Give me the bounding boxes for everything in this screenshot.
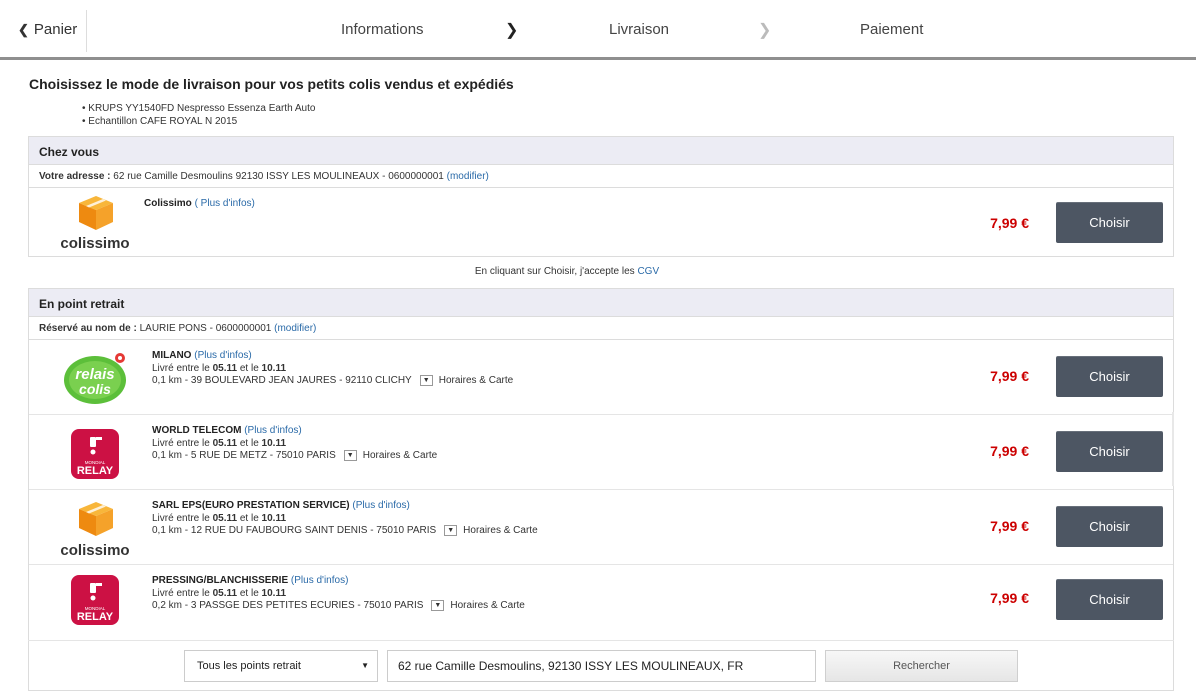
section-header: Chez vous bbox=[29, 137, 1173, 165]
chevron-right-icon: ❯ bbox=[505, 22, 519, 39]
relay-name: WORLD TELECOM bbox=[152, 425, 242, 436]
relay-address: 0,2 km - 3 PASSGE DES PETITES ECURIES - … bbox=[152, 600, 424, 612]
hours-map-link[interactable]: Horaires & Carte bbox=[463, 525, 537, 536]
relay-name: SARL EPS(EURO PRESTATION SERVICE) bbox=[152, 500, 350, 511]
section-header: En point retrait bbox=[29, 289, 1173, 317]
cgv-text: En cliquant sur Choisir, j'accepte les bbox=[474, 266, 638, 277]
mondial-relay-logo: MONDIAL RELAY bbox=[59, 571, 131, 635]
modify-name-link[interactable]: (modifier) bbox=[274, 323, 316, 334]
relay-delivery-section: En point retrait Réservé au nom de : LAU… bbox=[28, 288, 1174, 691]
delivery-window: Livré entre le 05.11 et le 10.11 bbox=[152, 512, 287, 524]
dropdown-arrow-icon[interactable]: ▼ bbox=[419, 375, 433, 386]
chevron-left-icon: ❮ bbox=[18, 22, 29, 37]
svg-text:colis: colis bbox=[79, 381, 111, 397]
step-informations[interactable]: Informations bbox=[341, 21, 424, 38]
carrier-name: Colissimo bbox=[144, 198, 192, 209]
relay-info: SARL EPS(EURO PRESTATION SERVICE) (Plus … bbox=[152, 500, 538, 538]
reserved-value: LAURIE PONS - 0600000001 bbox=[136, 323, 275, 334]
choose-button[interactable]: Choisir bbox=[1056, 579, 1163, 620]
mondial-relay-logo: MONDIAL RELAY bbox=[59, 421, 131, 485]
relay-type-value: Tous les points retrait bbox=[197, 660, 301, 672]
step-paiement[interactable]: Paiement bbox=[860, 21, 923, 38]
chevron-right-icon: ❯ bbox=[758, 22, 772, 39]
relay-name: PRESSING/BLANCHISSERIE bbox=[152, 575, 289, 586]
more-info-link[interactable]: ( Plus d'infos) bbox=[195, 198, 255, 209]
svg-text:colissimo: colissimo bbox=[60, 542, 129, 559]
relay-point-option: relais colis MILANO (Plus d'infos) Livré… bbox=[29, 340, 1173, 415]
nav-divider bbox=[0, 57, 1196, 60]
relay-point-option: MONDIAL RELAY WORLD TELECOM (Plus d'info… bbox=[29, 415, 1173, 490]
relay-address: 0,1 km - 5 RUE DE METZ - 75010 PARIS bbox=[152, 450, 336, 462]
svg-text:RELAY: RELAY bbox=[77, 611, 114, 623]
relais-colis-logo: relais colis bbox=[59, 346, 131, 410]
delivery-window: Livré entre le 05.11 et le 10.11 bbox=[152, 362, 287, 374]
more-info-link[interactable]: (Plus d'infos) bbox=[244, 425, 302, 436]
delivery-window: Livré entre le 05.11 et le 10.11 bbox=[152, 437, 287, 449]
reserved-label: Réservé au nom de : bbox=[39, 323, 137, 334]
reservation-name: Réservé au nom de : LAURIE PONS - 060000… bbox=[29, 317, 1173, 340]
address-label: Votre adresse : bbox=[39, 171, 111, 182]
carrier-option-colissimo: colissimo Colissimo ( Plus d'infos) 7,99… bbox=[29, 188, 1173, 256]
scrollbar[interactable] bbox=[1172, 412, 1174, 486]
page-title: Choisissez le mode de livraison pour vos… bbox=[29, 76, 514, 92]
colissimo-logo: colissimo bbox=[59, 194, 131, 258]
choose-button[interactable]: Choisir bbox=[1056, 202, 1163, 243]
delivery-address: Votre adresse : 62 rue Camille Desmoulin… bbox=[29, 165, 1173, 188]
choose-button[interactable]: Choisir bbox=[1056, 506, 1163, 547]
relay-info: PRESSING/BLANCHISSERIE (Plus d'infos) Li… bbox=[152, 575, 525, 613]
more-info-link[interactable]: (Plus d'infos) bbox=[291, 575, 349, 586]
relay-info: WORLD TELECOM (Plus d'infos) Livré entre… bbox=[152, 425, 437, 463]
dropdown-arrow-icon[interactable]: ▼ bbox=[444, 525, 458, 536]
caret-down-icon: ▼ bbox=[361, 661, 369, 670]
relay-info: MILANO (Plus d'infos) Livré entre le 05.… bbox=[152, 350, 513, 388]
dropdown-arrow-icon[interactable]: ▼ bbox=[431, 600, 445, 611]
svg-text:RELAY: RELAY bbox=[77, 465, 114, 477]
more-info-link[interactable]: (Plus d'infos) bbox=[352, 500, 410, 511]
price: 7,99 € bbox=[990, 518, 1029, 534]
home-delivery-section: Chez vous Votre adresse : 62 rue Camille… bbox=[28, 136, 1174, 257]
choose-button[interactable]: Choisir bbox=[1056, 356, 1163, 397]
carrier-info: Colissimo ( Plus d'infos) bbox=[144, 198, 255, 211]
cgv-notice: En cliquant sur Choisir, j'accepte les C… bbox=[0, 266, 1134, 277]
price: 7,99 € bbox=[990, 443, 1029, 459]
dropdown-arrow-icon[interactable]: ▼ bbox=[343, 450, 357, 461]
price: 7,99 € bbox=[990, 368, 1029, 384]
relay-search-bar: Tous les points retrait ▼ Rechercher bbox=[28, 640, 1174, 690]
relay-address: 0,1 km - 39 BOULEVARD JEAN JAURES - 9211… bbox=[152, 375, 412, 387]
cgv-link[interactable]: CGV bbox=[637, 266, 659, 277]
delivery-window: Livré entre le 05.11 et le 10.11 bbox=[152, 587, 287, 599]
relay-type-select[interactable]: Tous les points retrait ▼ bbox=[184, 650, 378, 682]
address-value: 62 rue Camille Desmoulins 92130 ISSY LES… bbox=[110, 171, 447, 182]
cart-item: • KRUPS YY1540FD Nespresso Essenza Earth… bbox=[82, 103, 316, 114]
choose-button[interactable]: Choisir bbox=[1056, 431, 1163, 472]
price: 7,99 € bbox=[990, 215, 1029, 231]
hours-map-link[interactable]: Horaires & Carte bbox=[439, 375, 513, 386]
cart-item: • Echantillon CAFE ROYAL N 2015 bbox=[82, 116, 238, 127]
more-info-link[interactable]: (Plus d'infos) bbox=[194, 350, 252, 361]
back-to-cart-link[interactable]: ❮ Panier bbox=[18, 21, 77, 38]
hours-map-link[interactable]: Horaires & Carte bbox=[450, 600, 524, 611]
svg-text:colissimo: colissimo bbox=[60, 235, 129, 252]
relay-address: 0,1 km - 12 RUE DU FAUBOURG SAINT DENIS … bbox=[152, 525, 437, 537]
relay-name: MILANO bbox=[152, 350, 192, 361]
cart-items-list: • KRUPS YY1540FD Nespresso Essenza Earth… bbox=[82, 102, 315, 128]
checkout-nav: ❮ Panier Informations ❯ Livraison ❯ Paiem… bbox=[0, 0, 1200, 60]
nav-separator bbox=[86, 10, 87, 52]
step-livraison[interactable]: Livraison bbox=[609, 21, 669, 38]
modify-address-link[interactable]: (modifier) bbox=[447, 171, 489, 182]
hours-map-link[interactable]: Horaires & Carte bbox=[363, 450, 437, 461]
back-label: Panier bbox=[33, 21, 78, 38]
relay-point-option: colissimo SARL EPS(EURO PRESTATION SERVI… bbox=[29, 490, 1173, 565]
price: 7,99 € bbox=[990, 590, 1029, 606]
search-button[interactable]: Rechercher bbox=[825, 650, 1018, 682]
colissimo-logo: colissimo bbox=[59, 496, 131, 560]
relay-point-option: MONDIAL RELAY PRESSING/BLANCHISSERIE (Pl… bbox=[29, 565, 1173, 637]
search-address-input[interactable] bbox=[387, 650, 816, 682]
